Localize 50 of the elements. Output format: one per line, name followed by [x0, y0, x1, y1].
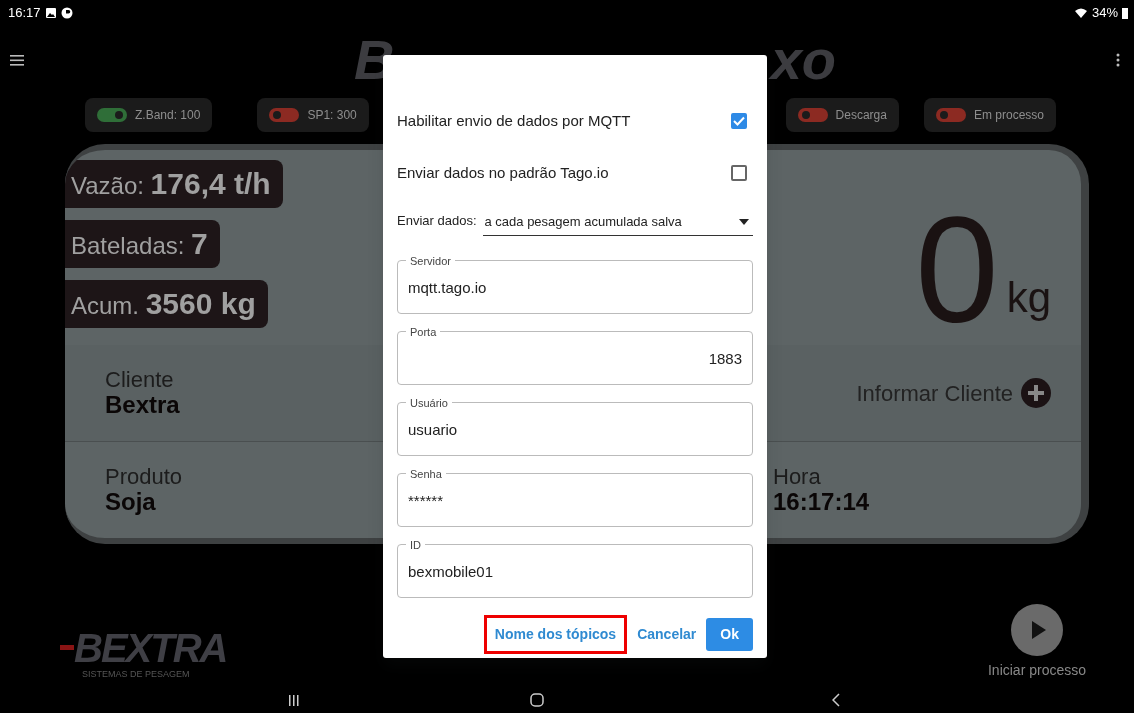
more-icon[interactable] — [1116, 53, 1120, 67]
info-label: Hora — [773, 464, 821, 489]
image-icon — [44, 7, 57, 19]
checkbox[interactable] — [731, 113, 747, 129]
circle-icon — [60, 7, 73, 19]
send-select[interactable]: a cada pesagem acumulada salva — [482, 205, 753, 237]
wifi-icon — [1073, 7, 1088, 19]
indicator-label: Descarga — [835, 107, 887, 124]
toggle[interactable] — [269, 108, 300, 122]
text-button[interactable]: Cancelar — [631, 620, 703, 649]
reading-value: 7 — [191, 227, 208, 260]
recent-apps-icon[interactable] — [288, 694, 300, 706]
logo-text: xo — [770, 32, 836, 88]
indicator-label: Z.Band: 100 — [135, 107, 201, 124]
select-label: Enviar dados: — [397, 212, 477, 231]
toggle[interactable] — [935, 108, 966, 122]
weight-value: 0 — [915, 195, 999, 345]
info-value: Bextra — [105, 391, 180, 419]
action-label: Iniciar processo — [987, 661, 1086, 680]
info-label: Produto — [105, 464, 183, 489]
toggle[interactable] — [797, 108, 828, 122]
battery-icon — [1122, 7, 1128, 19]
menu-icon[interactable] — [10, 54, 24, 66]
brand-tagline: SISTEMAS DE PESAGEM — [82, 667, 191, 681]
ok-button[interactable]: Ok — [706, 618, 753, 651]
weight-unit: kg — [1006, 273, 1051, 323]
status-time: 16:17 — [8, 4, 41, 23]
text-button[interactable]: Nome dos tópicos — [483, 615, 628, 654]
indicator-label: SP1: 300 — [307, 107, 357, 124]
option-label: Habilitar envio de dados por MQTT — [397, 110, 631, 131]
back-icon[interactable] — [832, 693, 840, 707]
reading-label: Bateladas: — [71, 232, 185, 259]
info-value: Soja — [105, 488, 156, 516]
brand-logo: BEXTRA — [74, 627, 227, 668]
indicator-label: Em processo — [973, 107, 1044, 124]
reading-label: Vazão: — [71, 172, 144, 199]
plus-icon — [1021, 378, 1051, 408]
reading-value: 3560 kg — [145, 287, 256, 320]
logo-mark-icon — [60, 645, 74, 650]
dropdown-caret-icon — [739, 218, 749, 225]
checkbox[interactable] — [731, 165, 747, 181]
toggle[interactable] — [97, 108, 127, 122]
info-value: 16:17:14 — [773, 488, 870, 516]
home-icon[interactable] — [530, 693, 544, 707]
reading-value: 176,4 t/h — [150, 167, 271, 200]
reading-label: Acum. — [71, 292, 139, 319]
battery-level: 34% — [1091, 4, 1118, 23]
info-label: Cliente — [105, 367, 174, 392]
play-icon[interactable] — [1010, 604, 1063, 656]
option-label: Enviar dados no padrão Tago.io — [397, 162, 609, 183]
